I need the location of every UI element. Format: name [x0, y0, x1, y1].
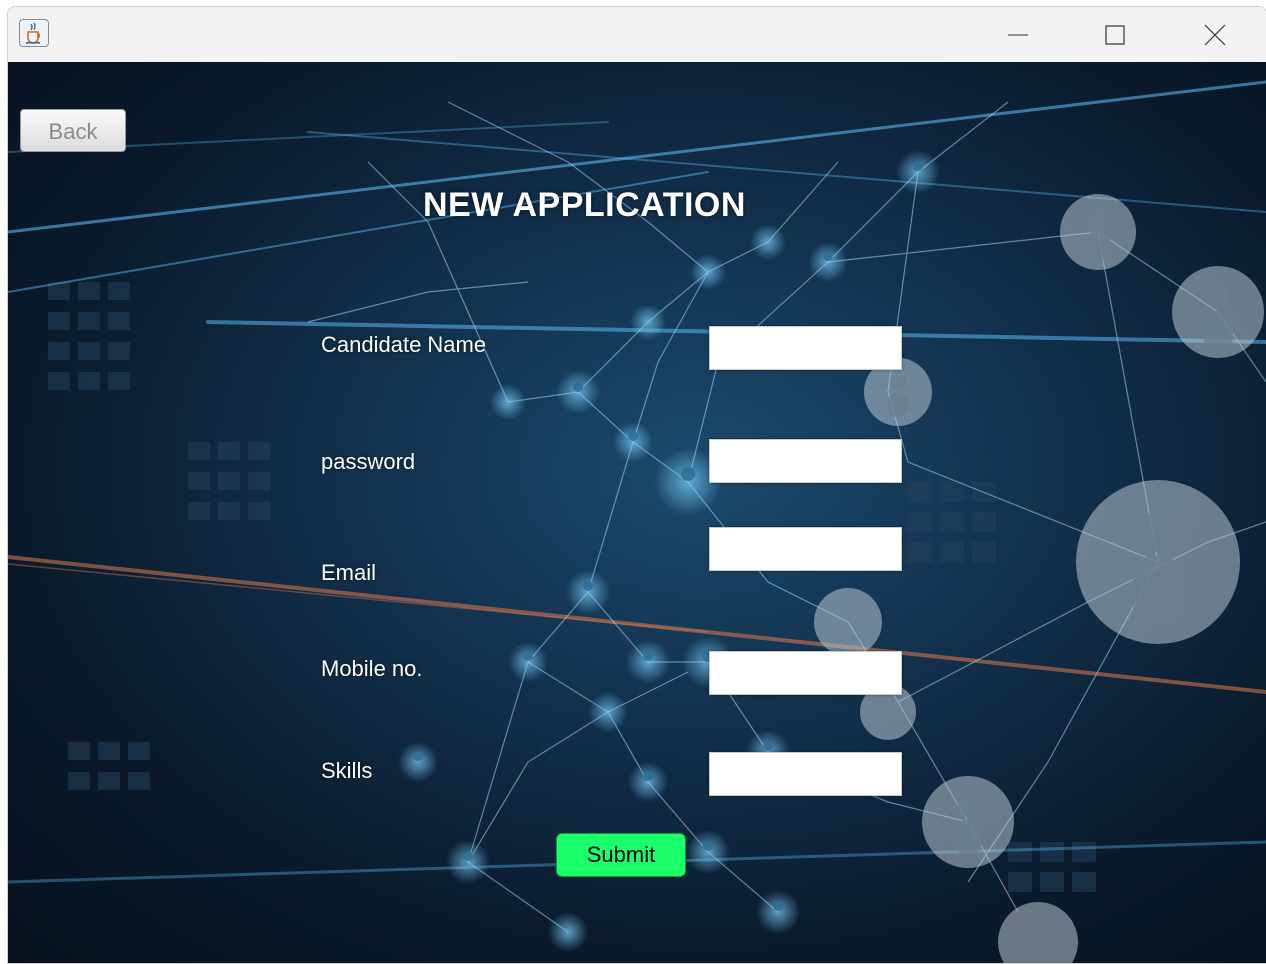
back-button[interactable]: Back — [20, 109, 126, 152]
maximize-icon — [1105, 24, 1125, 45]
minimize-button[interactable] — [983, 7, 1053, 62]
mobile-no-label: Mobile no. — [321, 656, 423, 681]
mobile-no-input[interactable] — [709, 651, 902, 695]
minimize-icon — [1008, 34, 1028, 35]
email-label: Email — [321, 560, 377, 585]
page-title: NEW APPLICATION — [423, 186, 746, 224]
password-label: password — [321, 449, 416, 474]
password-input[interactable] — [709, 439, 902, 483]
submit-button[interactable]: Submit — [556, 833, 686, 877]
close-button[interactable] — [1180, 7, 1250, 62]
form-panel: Back NEW APPLICATION Candidate Name pass… — [8, 62, 1266, 963]
skills-label: Skills — [321, 758, 373, 783]
candidate-name-label: Candidate Name — [321, 332, 487, 357]
java-cup-icon[interactable] — [19, 19, 49, 47]
application-window: Back NEW APPLICATION Candidate Name pass… — [7, 6, 1266, 964]
close-icon — [1204, 24, 1226, 45]
email-input[interactable] — [709, 527, 902, 571]
skills-input[interactable] — [709, 752, 902, 796]
title-bar — [8, 7, 1266, 62]
maximize-button[interactable] — [1080, 7, 1150, 62]
candidate-name-input[interactable] — [709, 326, 902, 370]
